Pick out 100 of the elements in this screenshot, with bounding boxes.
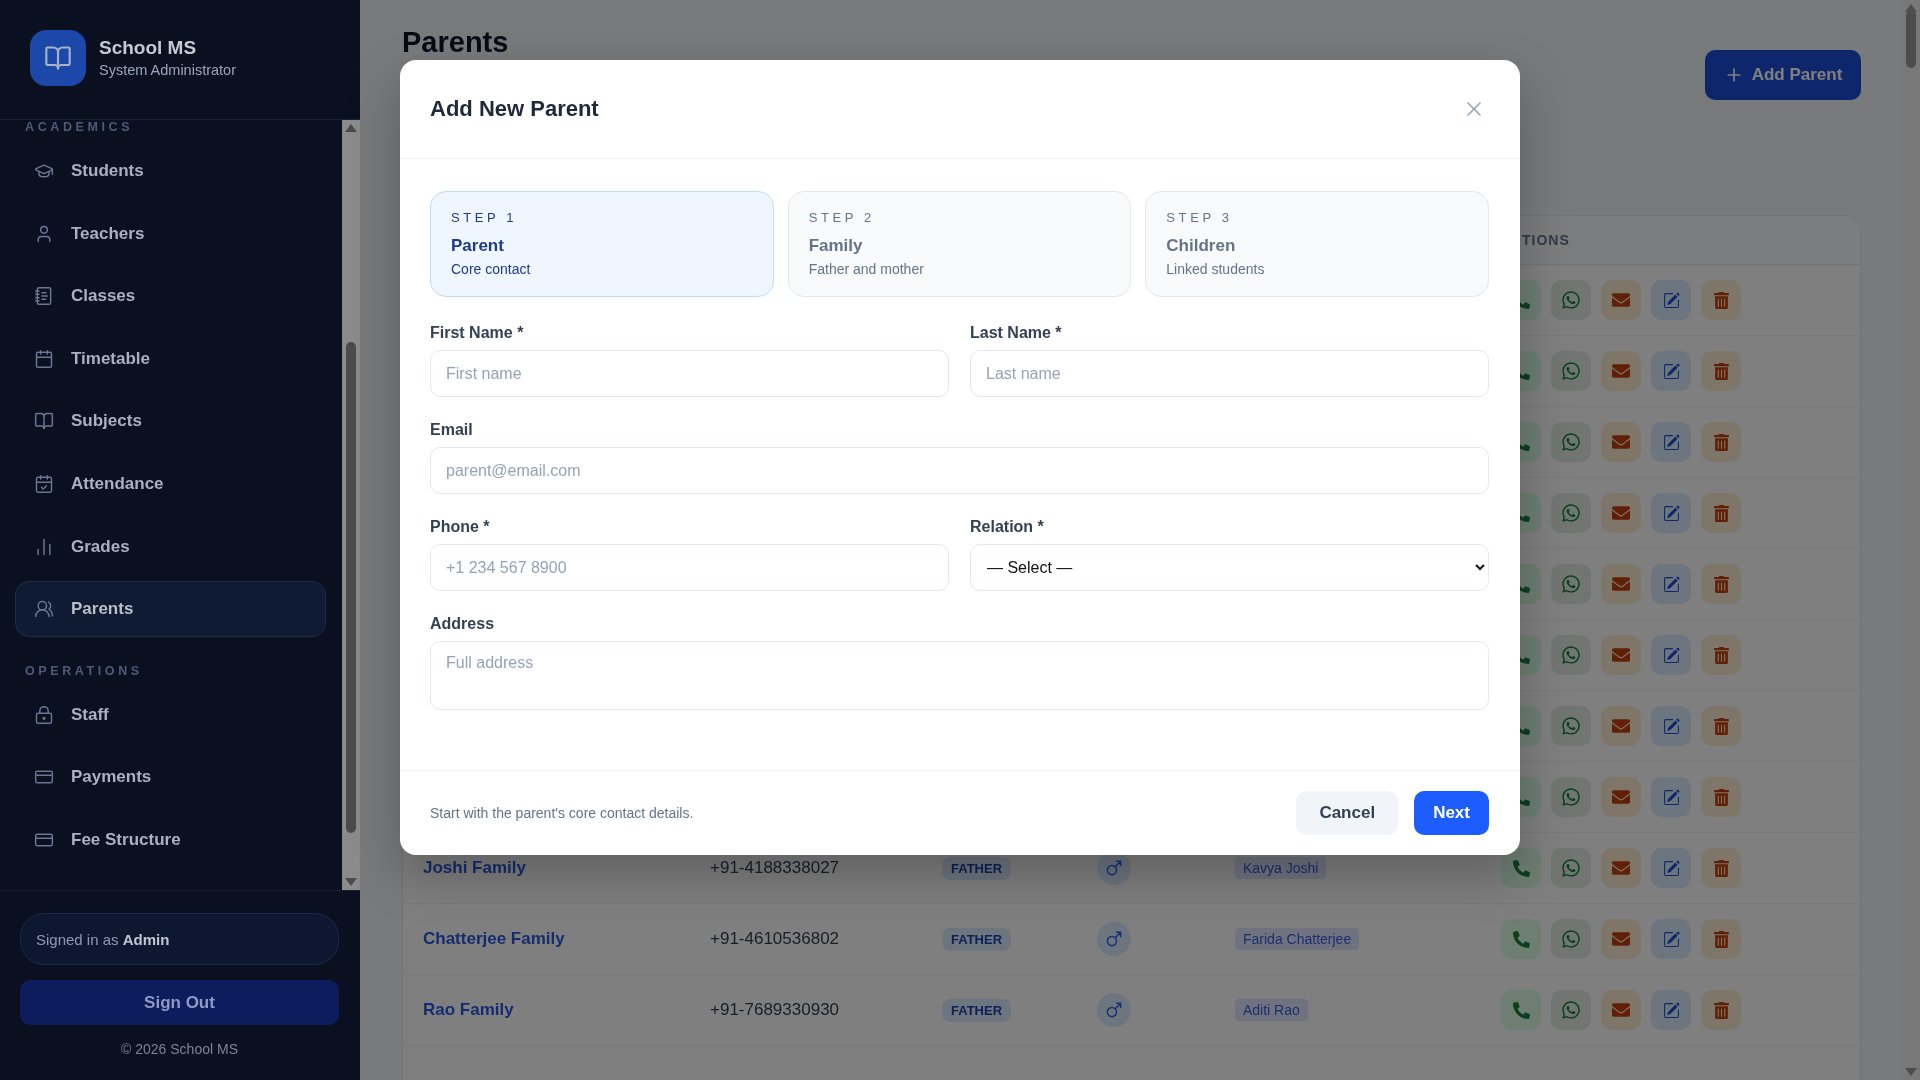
edit-button[interactable] [1651, 777, 1691, 817]
phone-number: +91-7689330930 [710, 1000, 840, 1020]
whatsapp-button[interactable] [1551, 990, 1591, 1030]
edit-button[interactable] [1651, 493, 1691, 533]
whatsapp-button[interactable] [1551, 706, 1591, 746]
envelope-icon [1612, 859, 1630, 877]
edit-button[interactable] [1651, 351, 1691, 391]
calendar-icon [34, 348, 54, 369]
step-number: STEP 1 [451, 210, 518, 226]
email-button[interactable] [1601, 848, 1641, 888]
edit-button[interactable] [1651, 990, 1691, 1030]
scrollbar-thumb[interactable] [346, 342, 356, 833]
step-title: Parent [451, 236, 504, 256]
step-card[interactable]: STEP 1 Parent Core contact [430, 191, 774, 297]
edit-button[interactable] [1651, 706, 1691, 746]
whatsapp-button[interactable] [1551, 351, 1591, 391]
edit-button[interactable] [1651, 919, 1691, 959]
nav-item[interactable]: Students [15, 143, 326, 199]
edit-button[interactable] [1651, 635, 1691, 675]
nav-item[interactable]: Payments [15, 749, 326, 806]
scroll-down-icon[interactable] [345, 878, 357, 886]
trash-icon [1712, 504, 1730, 522]
relation-tag: FATHER [942, 998, 1012, 1022]
delete-button[interactable] [1701, 777, 1741, 817]
whatsapp-button[interactable] [1551, 919, 1591, 959]
nav-item[interactable]: Fee Structure [15, 811, 326, 868]
sign-out-button[interactable]: Sign Out [20, 980, 339, 1025]
nav-item[interactable]: Timetable [15, 330, 326, 387]
scroll-up-icon[interactable] [345, 124, 357, 132]
modal-title: Add New Parent [430, 96, 599, 122]
dropdown-field[interactable]: — Select — [970, 544, 1489, 591]
next-button[interactable]: Next [1414, 791, 1489, 835]
whatsapp-button[interactable] [1551, 422, 1591, 462]
field-label: Email [430, 420, 473, 440]
email-button[interactable] [1601, 777, 1641, 817]
input-field[interactable]: +1 234 567 8900 [430, 544, 949, 591]
delete-button[interactable] [1701, 422, 1741, 462]
email-button[interactable] [1601, 564, 1641, 604]
edit-icon [1662, 504, 1680, 522]
whatsapp-button[interactable] [1551, 280, 1591, 320]
edit-button[interactable] [1651, 564, 1691, 604]
user-role: System Administrator [99, 61, 236, 79]
email-button[interactable] [1601, 493, 1641, 533]
whatsapp-button[interactable] [1551, 848, 1591, 888]
scroll-down-icon[interactable] [1905, 1068, 1917, 1076]
call-button[interactable] [1501, 848, 1541, 888]
whatsapp-button[interactable] [1551, 777, 1591, 817]
delete-button[interactable] [1701, 635, 1741, 675]
calendar-check-icon [34, 473, 54, 494]
nav-item[interactable]: Subjects [15, 393, 326, 450]
edit-icon [1662, 859, 1680, 877]
delete-button[interactable] [1701, 351, 1741, 391]
student-tag: Aditi Rao [1235, 999, 1308, 1021]
email-button[interactable] [1601, 422, 1641, 462]
envelope-icon [1612, 433, 1630, 451]
input-field[interactable]: parent@email.com [430, 447, 1489, 494]
textarea-field[interactable]: Full address [430, 641, 1489, 710]
step-card[interactable]: STEP 2 Family Father and mother [787, 191, 1132, 297]
email-button[interactable] [1601, 280, 1641, 320]
column-header: TIONS [1521, 232, 1570, 248]
nav-item[interactable]: Classes [15, 268, 326, 325]
edit-icon [1662, 433, 1680, 451]
delete-button[interactable] [1701, 493, 1741, 533]
email-button[interactable] [1601, 635, 1641, 675]
step-card[interactable]: STEP 3 Children Linked students [1145, 191, 1489, 297]
email-button[interactable] [1601, 990, 1641, 1030]
delete-button[interactable] [1701, 280, 1741, 320]
nav-item[interactable]: Teachers [15, 205, 326, 262]
input-field[interactable]: Last name [970, 350, 1489, 397]
nav-item[interactable]: Grades [15, 518, 326, 575]
trash-icon [1712, 575, 1730, 593]
step-number: STEP 3 [1166, 210, 1233, 226]
scrollbar[interactable] [342, 120, 360, 890]
cancel-button[interactable]: Cancel [1296, 791, 1399, 835]
delete-button[interactable] [1701, 919, 1741, 959]
whatsapp-icon [1561, 858, 1581, 878]
scrollbar[interactable] [1902, 0, 1920, 1080]
delete-button[interactable] [1701, 848, 1741, 888]
edit-button[interactable] [1651, 280, 1691, 320]
whatsapp-button[interactable] [1551, 635, 1591, 675]
whatsapp-icon [1561, 716, 1581, 736]
delete-button[interactable] [1701, 706, 1741, 746]
edit-button[interactable] [1651, 848, 1691, 888]
whatsapp-button[interactable] [1551, 564, 1591, 604]
whatsapp-icon [1561, 574, 1581, 594]
nav-item[interactable]: Attendance [15, 455, 326, 512]
trash-icon [1712, 930, 1730, 948]
email-button[interactable] [1601, 351, 1641, 391]
nav-item[interactable]: Staff [15, 686, 326, 743]
envelope-icon [1612, 788, 1630, 806]
whatsapp-button[interactable] [1551, 493, 1591, 533]
edit-button[interactable] [1651, 422, 1691, 462]
edit-icon [1662, 291, 1680, 309]
nav-item[interactable]: Parents [15, 581, 326, 638]
delete-button[interactable] [1701, 564, 1741, 604]
email-button[interactable] [1601, 919, 1641, 959]
input-field[interactable]: First name [430, 350, 949, 397]
envelope-icon [1612, 930, 1630, 948]
delete-button[interactable] [1701, 990, 1741, 1030]
email-button[interactable] [1601, 706, 1641, 746]
